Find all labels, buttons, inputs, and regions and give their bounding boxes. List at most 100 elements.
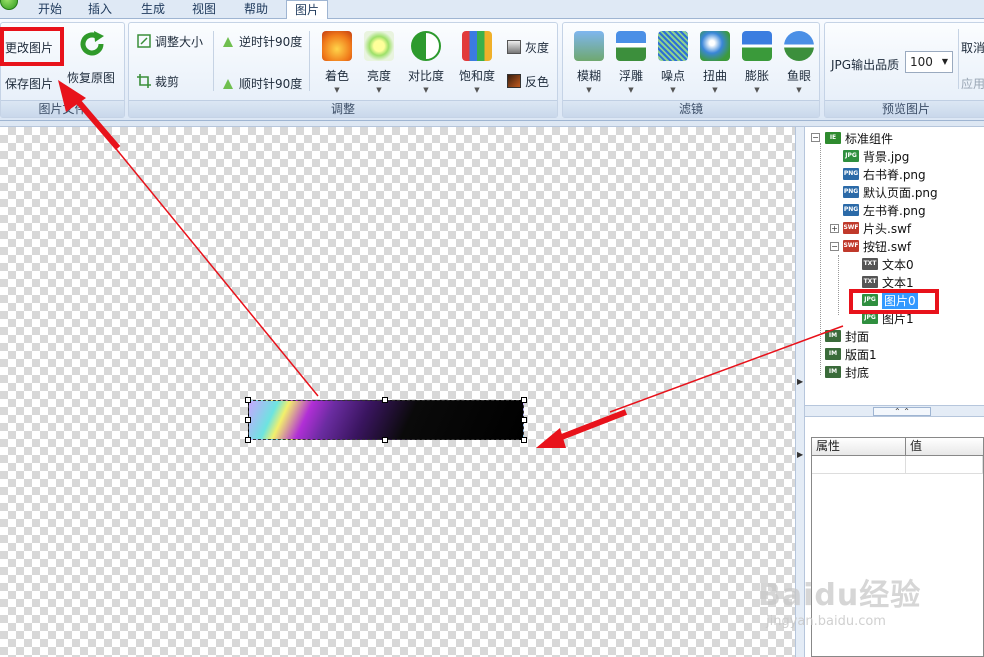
text-file-icon: TXT [862, 276, 878, 288]
menu-help[interactable]: 帮助 [234, 0, 278, 19]
tree-label: 左书脊.png [863, 203, 926, 218]
tree-node[interactable]: TXT 文本0 [862, 255, 914, 273]
expand-button[interactable]: 膨胀 ▼ [737, 31, 777, 101]
contrast-icon [411, 31, 441, 61]
expand-icon[interactable]: + [830, 224, 839, 233]
menu-view[interactable]: 视图 [182, 0, 226, 19]
selected-image[interactable] [248, 400, 524, 440]
page-icon: IM [825, 366, 841, 378]
tree-node[interactable]: PNG 默认页面.png [843, 183, 938, 201]
crop-button[interactable]: 裁剪 [137, 71, 179, 91]
group-filter: 模糊 ▼ 浮雕 ▼ 噪点 ▼ 扭曲 ▼ 膨胀 ▼ 鱼眼 ▼ 滤镜 [562, 22, 820, 118]
cancel-button[interactable]: 取消 [961, 39, 984, 56]
tree-node[interactable]: PNG 右书脊.png [843, 165, 926, 183]
brightness-label: 亮度 [366, 69, 391, 83]
app-orb-icon[interactable] [0, 0, 18, 10]
tree-node[interactable]: PNG 左书脊.png [843, 201, 926, 219]
brightness-icon [364, 31, 394, 61]
saturation-icon [462, 31, 492, 61]
collapse-icon[interactable]: − [811, 133, 820, 142]
group-label-image-file: 图片文件 [1, 100, 124, 117]
tree-line [838, 255, 839, 315]
rotate-ccw-button[interactable]: 逆时针90度 [221, 31, 302, 51]
brightness-button[interactable]: 亮度 ▼ [359, 31, 399, 101]
chevron-down-icon: ▼ [334, 86, 340, 94]
contrast-button[interactable]: 对比度 ▼ [405, 31, 447, 101]
group-label-filter: 滤镜 [563, 100, 819, 117]
apply-button[interactable]: 应用 [961, 75, 984, 92]
jpg-quality-label: JPG输出品质 [831, 58, 900, 72]
menu-insert[interactable]: 插入 [78, 0, 122, 19]
noise-icon [658, 31, 688, 61]
tree-node[interactable]: IM 封底 [825, 363, 869, 381]
image-canvas[interactable] [0, 127, 795, 657]
highlight-box-tree-node [849, 289, 939, 314]
tree-label: 背景.jpg [863, 149, 910, 164]
jpg-quality-select[interactable]: 100 ▼ [905, 51, 953, 73]
resize-handle[interactable] [382, 437, 388, 443]
resize-handle[interactable] [245, 437, 251, 443]
chevron-right-icon[interactable]: ▶ [797, 450, 803, 459]
highlight-box-change-image [0, 27, 64, 66]
resize-handle[interactable] [521, 437, 527, 443]
panel-divider[interactable]: ⌃ ⌃ [805, 405, 984, 417]
blur-button[interactable]: 模糊 ▼ [569, 31, 609, 101]
resize-handle[interactable] [521, 417, 527, 423]
column-header-value[interactable]: 值 [906, 438, 983, 456]
chevron-down-icon: ▼ [796, 86, 802, 94]
column-header-property[interactable]: 属性 [812, 438, 906, 456]
restore-original-button[interactable]: 恢复原图 [67, 69, 115, 86]
noise-label: 噪点 [660, 69, 685, 83]
resize-handle[interactable] [521, 397, 527, 403]
png-file-icon: PNG [843, 204, 859, 216]
resize-handle[interactable] [382, 397, 388, 403]
invert-label: 反色 [525, 74, 550, 89]
swf-file-icon: SWF [843, 222, 859, 234]
invert-button[interactable]: 反色 [507, 71, 549, 91]
twist-icon [700, 31, 730, 61]
collapse-icon[interactable]: − [830, 242, 839, 251]
twist-button[interactable]: 扭曲 ▼ [695, 31, 735, 101]
chevron-down-icon: ▼ [670, 86, 676, 94]
noise-button[interactable]: 噪点 ▼ [653, 31, 693, 101]
group-preview: JPG输出品质 100 ▼ 取消 应用 预览图片 [824, 22, 984, 118]
rotate-cw-label: 顺时针90度 [239, 76, 303, 91]
emboss-button[interactable]: 浮雕 ▼ [611, 31, 651, 101]
blur-icon [574, 31, 604, 61]
crop-label: 裁剪 [155, 74, 180, 89]
save-image-button[interactable]: 保存图片 [5, 75, 53, 92]
twist-label: 扭曲 [702, 69, 727, 83]
jpg-file-icon: JPG [843, 150, 859, 162]
fisheye-label: 鱼眼 [786, 69, 811, 83]
chevron-down-icon: ▼ [941, 57, 948, 66]
menu-generate[interactable]: 生成 [131, 0, 175, 19]
rotate-cw-button[interactable]: 顺时针90度 [221, 73, 302, 93]
chevron-right-icon[interactable]: ▶ [797, 377, 803, 386]
tree-node[interactable]: IM 封面 [825, 327, 869, 345]
resize-handle[interactable] [245, 417, 251, 423]
tree-node[interactable]: SWF 按钮.swf [843, 237, 911, 255]
chevron-down-icon: ▼ [754, 86, 760, 94]
tree-node[interactable]: JPG 背景.jpg [843, 147, 909, 165]
collapse-grip-icon[interactable]: ⌃ ⌃ [873, 407, 931, 416]
tree-root[interactable]: IE 标准组件 [825, 129, 893, 147]
group-label-preview: 预览图片 [825, 100, 984, 117]
ribbon: 更改图片 保存图片 恢复原图 图片文件 调整大小 裁剪 逆时针90度 顺时针90… [0, 19, 984, 121]
tint-button[interactable]: 着色 ▼ [317, 31, 357, 101]
grayscale-button[interactable]: 灰度 [507, 37, 549, 57]
tree-node[interactable]: SWF 片头.swf [843, 219, 911, 237]
tree-node[interactable]: IM 版面1 [825, 345, 877, 363]
tree-label: 片头.swf [863, 221, 912, 236]
group-adjust: 调整大小 裁剪 逆时针90度 顺时针90度 着色 ▼ 亮度 ▼ 对比度 ▼ 饱和… [128, 22, 558, 118]
expand-label: 膨胀 [744, 69, 769, 83]
watermark: Baidu经验 jingyan.baidu.com [748, 560, 984, 657]
resize-handle[interactable] [245, 397, 251, 403]
resize-button[interactable]: 调整大小 [137, 31, 203, 51]
menu-image[interactable]: 图片 [286, 0, 328, 20]
rotate-ccw-icon [221, 34, 235, 48]
menu-start[interactable]: 开始 [28, 0, 72, 19]
rotate-cw-icon [221, 76, 235, 90]
property-cell [812, 456, 906, 474]
saturation-button[interactable]: 饱和度 ▼ [457, 31, 497, 101]
fisheye-button[interactable]: 鱼眼 ▼ [779, 31, 819, 101]
